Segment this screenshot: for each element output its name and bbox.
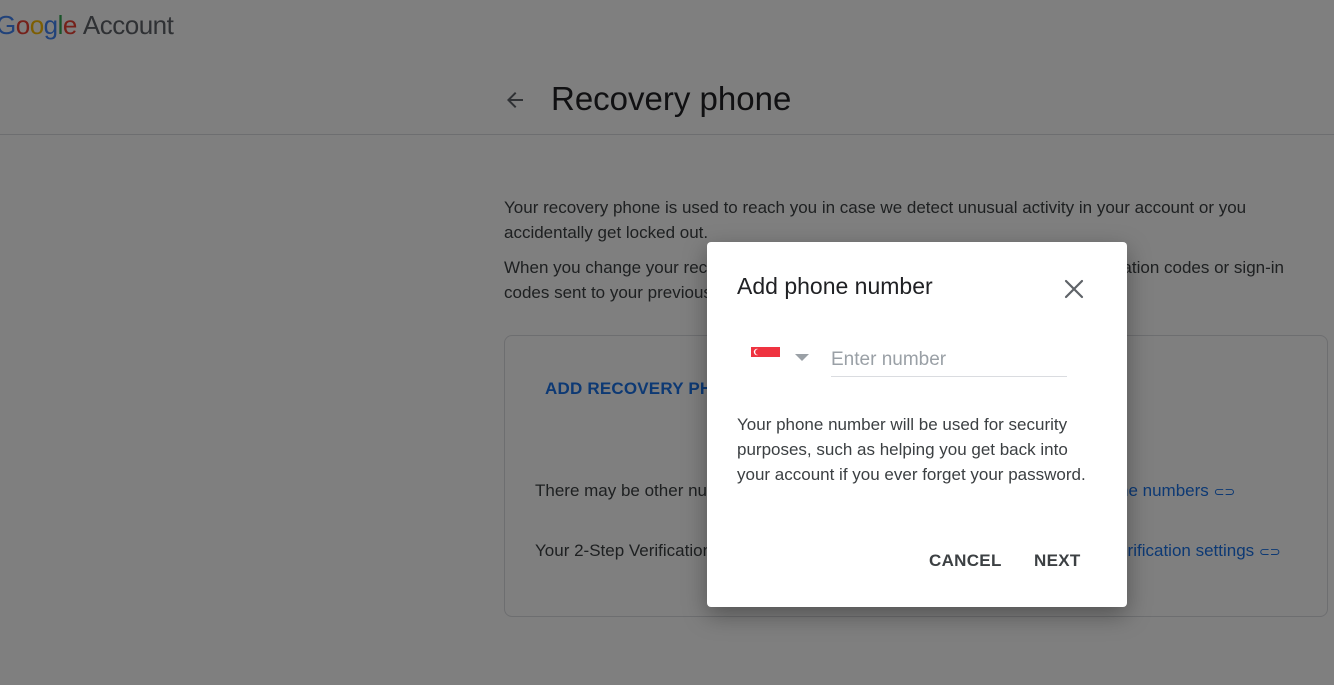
dialog-title: Add phone number <box>737 273 933 299</box>
dialog-body-text: Your phone number will be used for secur… <box>737 415 1086 484</box>
singapore-flag-icon <box>751 347 780 367</box>
chevron-down-icon <box>795 354 809 361</box>
modal-scrim[interactable] <box>0 0 1334 685</box>
country-select[interactable] <box>751 342 821 374</box>
close-button[interactable] <box>1057 272 1091 306</box>
cancel-button[interactable]: CANCEL <box>921 547 1010 575</box>
close-icon <box>1064 279 1084 299</box>
add-phone-dialog: Add phone number Your phone number will … <box>707 242 1127 607</box>
phone-number-input[interactable] <box>831 344 1067 377</box>
next-button[interactable]: NEXT <box>1026 547 1089 575</box>
